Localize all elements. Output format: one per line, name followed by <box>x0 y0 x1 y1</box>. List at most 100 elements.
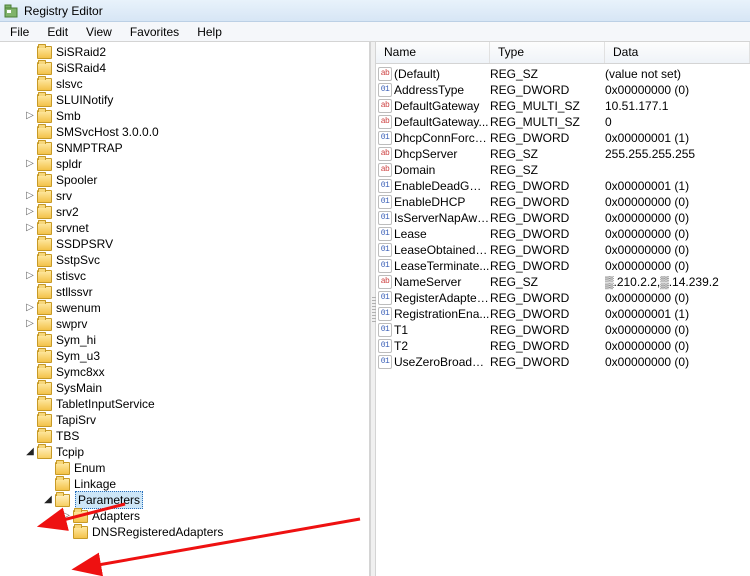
tree-node-sisraid4[interactable]: SiSRaid4 <box>6 60 369 76</box>
value-data: 0x00000001 (1) <box>605 178 750 194</box>
value-name: (Default) <box>394 66 490 82</box>
tree-toggle-icon[interactable]: ▷ <box>24 316 36 332</box>
menu-favorites[interactable]: Favorites <box>124 24 185 40</box>
tree-node-label: SstpSvc <box>55 252 100 268</box>
reg-dword-icon <box>378 339 392 353</box>
value-data: 0x00000000 (0) <box>605 354 750 370</box>
value-data: 0x00000000 (0) <box>605 338 750 354</box>
value-type: REG_DWORD <box>490 354 605 370</box>
value-row[interactable]: LeaseREG_DWORD0x00000000 (0) <box>376 226 750 242</box>
tree-node-srv[interactable]: ▷srv <box>6 188 369 204</box>
col-header-name[interactable]: Name <box>376 42 490 63</box>
tree-toggle-icon[interactable]: ▷ <box>24 108 36 124</box>
tree-node-srv2[interactable]: ▷srv2 <box>6 204 369 220</box>
value-row[interactable]: (Default)REG_SZ(value not set) <box>376 66 750 82</box>
tree-node-label: SiSRaid2 <box>55 44 106 60</box>
menu-view[interactable]: View <box>80 24 118 40</box>
value-row[interactable]: AddressTypeREG_DWORD0x00000000 (0) <box>376 82 750 98</box>
value-data: 0x00000000 (0) <box>605 194 750 210</box>
tree-toggle-icon[interactable]: ◢ <box>42 492 54 508</box>
titlebar[interactable]: Registry Editor <box>0 0 750 22</box>
value-row[interactable]: T2REG_DWORD0x00000000 (0) <box>376 338 750 354</box>
tree-toggle-icon <box>42 476 54 492</box>
col-header-data[interactable]: Data <box>605 42 750 63</box>
tree-toggle-icon[interactable]: ▷ <box>24 268 36 284</box>
value-row[interactable]: RegisterAdapter...REG_DWORD0x00000000 (0… <box>376 290 750 306</box>
tree-node-spooler[interactable]: Spooler <box>6 172 369 188</box>
value-row[interactable]: LeaseTerminate...REG_DWORD0x00000000 (0) <box>376 258 750 274</box>
tree-node-label: SLUINotify <box>55 92 113 108</box>
tree-node-parameters[interactable]: ◢Parameters <box>6 492 369 508</box>
value-row[interactable]: IsServerNapAwareREG_DWORD0x00000000 (0) <box>376 210 750 226</box>
tree-node-enum[interactable]: Enum <box>6 460 369 476</box>
folder-icon <box>55 478 70 491</box>
splitter[interactable] <box>370 42 376 576</box>
tree-node-tabletinputservice[interactable]: TabletInputService <box>6 396 369 412</box>
value-row[interactable]: UseZeroBroadcastREG_DWORD0x00000000 (0) <box>376 354 750 370</box>
tree-node-adapters[interactable]: ▷ Adapters <box>6 508 369 524</box>
value-row[interactable]: DhcpServerREG_SZ255.255.255.255 <box>376 146 750 162</box>
tree-node-stllssvr[interactable]: stllssvr <box>6 284 369 300</box>
value-row[interactable]: T1REG_DWORD0x00000000 (0) <box>376 322 750 338</box>
tree-toggle-icon[interactable]: ▷ <box>24 300 36 316</box>
folder-icon <box>37 110 52 123</box>
value-type: REG_SZ <box>490 274 605 290</box>
tree-node-sysmain[interactable]: SysMain <box>6 380 369 396</box>
tree-toggle-icon[interactable]: ▷ <box>24 220 36 236</box>
tree-node-label: Sym_hi <box>55 332 96 348</box>
tree-toggle-icon[interactable]: ▷ <box>24 188 36 204</box>
menu-help[interactable]: Help <box>191 24 228 40</box>
folder-icon <box>37 254 52 267</box>
value-row[interactable]: DefaultGateway...REG_MULTI_SZ0 <box>376 114 750 130</box>
folder-icon <box>37 238 52 251</box>
tree-node-sym-hi[interactable]: Sym_hi <box>6 332 369 348</box>
tree-node-sstpsvc[interactable]: SstpSvc <box>6 252 369 268</box>
value-row[interactable]: NameServerREG_SZ▒.210.2.2,▒.14.239.2 <box>376 274 750 290</box>
tree-node-sisraid2[interactable]: SiSRaid2 <box>6 44 369 60</box>
tree-node-symc8xx[interactable]: Symc8xx <box>6 364 369 380</box>
tree-node-label: Symc8xx <box>55 364 105 380</box>
tree-toggle-icon[interactable]: ▷ <box>24 204 36 220</box>
tree-node-slsvc[interactable]: slsvc <box>6 76 369 92</box>
tree-node-smb[interactable]: ▷Smb <box>6 108 369 124</box>
value-row[interactable]: DomainREG_SZ <box>376 162 750 178</box>
value-row[interactable]: DhcpConnForce...REG_DWORD0x00000001 (1) <box>376 130 750 146</box>
menu-file[interactable]: File <box>4 24 35 40</box>
tree-node-spldr[interactable]: ▷spldr <box>6 156 369 172</box>
tree-toggle-icon[interactable]: ◢ <box>24 444 36 460</box>
tree-node-stisvc[interactable]: ▷stisvc <box>6 268 369 284</box>
tree-node-sym-u3[interactable]: Sym_u3 <box>6 348 369 364</box>
tree-toggle-icon[interactable]: ▷ <box>24 156 36 172</box>
tree-node-label: Linkage <box>73 476 116 492</box>
tree-node-swenum[interactable]: ▷swenum <box>6 300 369 316</box>
value-name: LeaseTerminate... <box>394 258 490 274</box>
tree-node-tbs[interactable]: TBS <box>6 428 369 444</box>
tree-node-snmptrap[interactable]: SNMPTRAP <box>6 140 369 156</box>
tree-node-dnsregisteredadapters[interactable]: DNSRegisteredAdapters <box>6 524 369 540</box>
reg-sz-icon <box>378 99 392 113</box>
col-header-type[interactable]: Type <box>490 42 605 63</box>
tree-node-linkage[interactable]: Linkage <box>6 476 369 492</box>
menu-edit[interactable]: Edit <box>41 24 74 40</box>
tree-toggle-icon[interactable]: ▷ <box>60 508 72 524</box>
tree-toggle-icon <box>24 172 36 188</box>
value-row[interactable]: DefaultGatewayREG_MULTI_SZ10.51.177.1 <box>376 98 750 114</box>
tree-node-label: Adapters <box>91 508 140 524</box>
tree-node-tapisrv[interactable]: TapiSrv <box>6 412 369 428</box>
value-name: RegistrationEna... <box>394 306 490 322</box>
folder-icon <box>37 302 52 315</box>
values-pane[interactable]: Name Type Data (Default)REG_SZ(value not… <box>376 42 750 576</box>
tree-node-sluinotify[interactable]: SLUINotify <box>6 92 369 108</box>
tree-node-ssdpsrv[interactable]: SSDPSRV <box>6 236 369 252</box>
value-data: 0x00000000 (0) <box>605 258 750 274</box>
value-row[interactable]: EnableDeadGW...REG_DWORD0x00000001 (1) <box>376 178 750 194</box>
tree-node-swprv[interactable]: ▷swprv <box>6 316 369 332</box>
tree-node-srvnet[interactable]: ▷srvnet <box>6 220 369 236</box>
tree-toggle-icon <box>42 460 54 476</box>
tree-node-smsvchost-3-0-0-0[interactable]: SMSvcHost 3.0.0.0 <box>6 124 369 140</box>
value-row[interactable]: LeaseObtainedT...REG_DWORD0x00000000 (0) <box>376 242 750 258</box>
tree-pane[interactable]: SiSRaid2SiSRaid4slsvcSLUINotify▷SmbSMSvc… <box>0 42 370 576</box>
tree-node-tcpip[interactable]: ◢Tcpip <box>6 444 369 460</box>
value-row[interactable]: RegistrationEna...REG_DWORD0x00000001 (1… <box>376 306 750 322</box>
value-row[interactable]: EnableDHCPREG_DWORD0x00000000 (0) <box>376 194 750 210</box>
